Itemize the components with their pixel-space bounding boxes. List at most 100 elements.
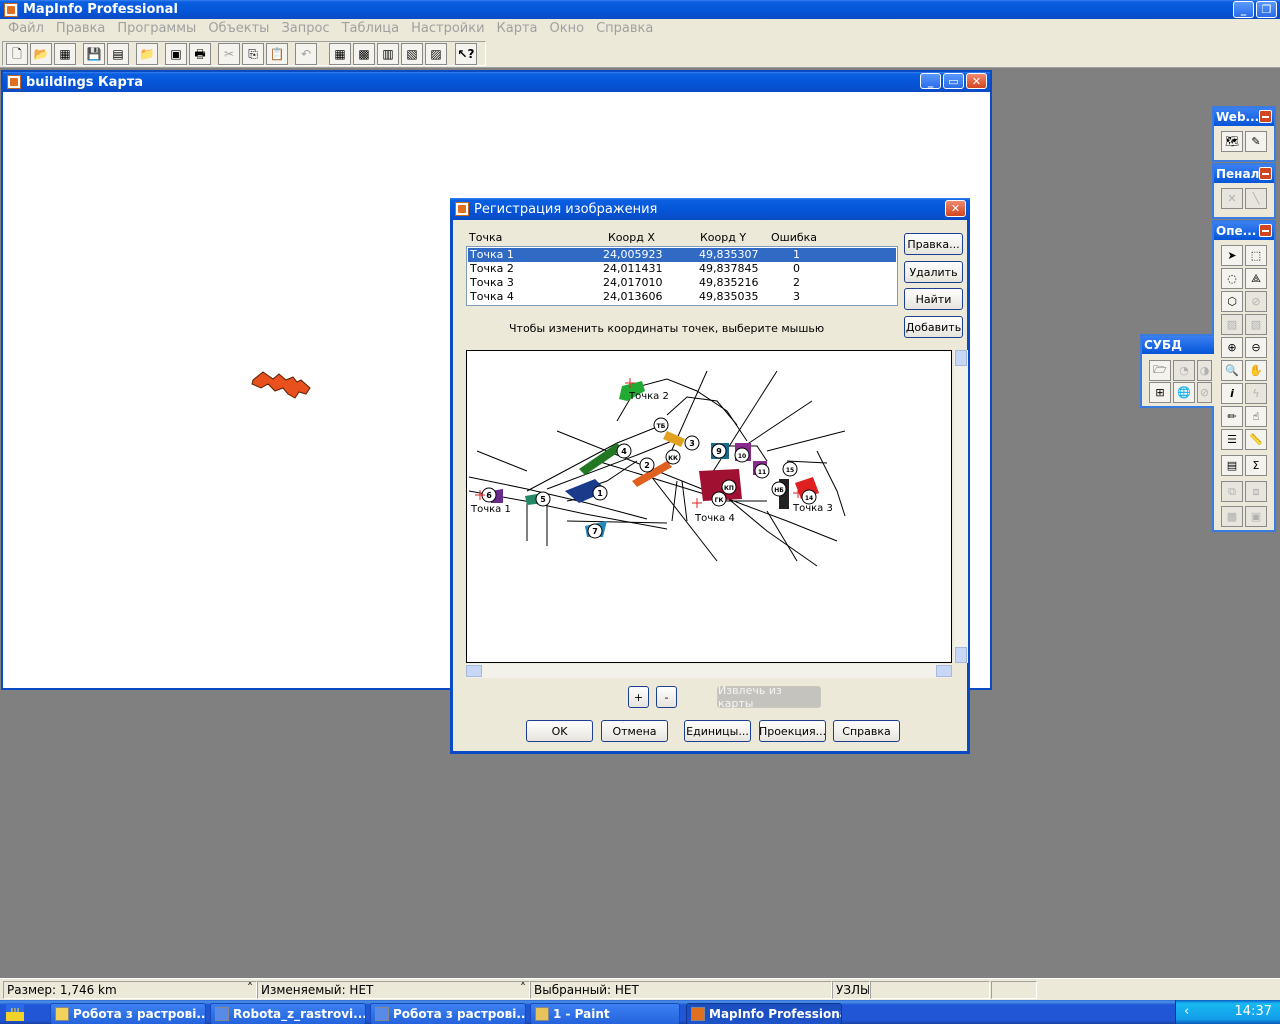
task-robota-2[interactable]: Robota_z_rastrovi... [210, 1003, 366, 1024]
open-dbms-icon[interactable]: 📁 [136, 43, 158, 65]
menu-item-9[interactable]: Справка [590, 19, 659, 39]
task-robota-3[interactable]: Робота з растрові... [370, 1003, 526, 1024]
zoom-out-button[interactable]: - [656, 686, 677, 708]
web-publish-icon[interactable]: ✎ [1245, 131, 1267, 152]
extract-from-map-button[interactable]: Извлечь из карты [717, 684, 821, 710]
zoom-in-icon[interactable]: ⊕ [1221, 337, 1243, 358]
image-preview[interactable]: 6 5 1 4 2 3 ТБ КК 9 10 11 15 НБ 14 КП ГК 7 Точка 1 Точка… [466, 350, 952, 663]
start-flag-icon[interactable]: Ψ [6, 1003, 24, 1021]
map-maximize-button[interactable]: ▭ [943, 73, 964, 89]
dialog-close-button[interactable]: ✕ [945, 200, 966, 217]
projection-button[interactable]: Проекция... [759, 720, 826, 742]
polygon-select-icon[interactable]: ⟁ [1245, 268, 1267, 289]
menu-item-1[interactable]: Правка [50, 19, 111, 39]
new-browser-icon[interactable]: ▦ [329, 43, 351, 65]
penal-palette-close-button[interactable] [1259, 167, 1272, 180]
marquee-select-icon[interactable]: ⬚ [1245, 245, 1267, 266]
save-workspace-icon[interactable]: ▤ [107, 43, 129, 65]
dbms-refresh-icon[interactable]: ◔ [1173, 360, 1195, 381]
hscroll-right[interactable] [936, 665, 952, 677]
hscroll-left[interactable] [466, 665, 482, 677]
task-mapinfo[interactable]: MapInfo Professional [686, 1003, 842, 1024]
menu-item-8[interactable]: Окно [544, 19, 591, 39]
layer-control-icon[interactable]: ☰ [1221, 429, 1243, 450]
delete-point-button[interactable]: Удалить [904, 261, 963, 283]
change-view-icon[interactable]: 🔍 [1221, 360, 1243, 381]
point-row[interactable]: Точка 2 24,011431 49,837845 0 [468, 262, 896, 276]
undo-icon[interactable]: ↶ [295, 43, 317, 65]
hotlink-icon[interactable]: ϟ [1245, 383, 1267, 404]
info-icon[interactable]: i [1221, 383, 1243, 404]
dbms-connect-icon[interactable]: ◑ [1197, 360, 1212, 381]
cancel-button[interactable]: Отмена [601, 720, 668, 742]
menu-item-7[interactable]: Карта [491, 19, 544, 39]
drag-window-icon[interactable]: ☝ [1245, 406, 1267, 427]
set-target-icon[interactable]: ⧈ [1245, 481, 1267, 502]
save-icon[interactable]: 💾 [83, 43, 105, 65]
find-point-button[interactable]: Найти [904, 288, 963, 310]
col-coord-y[interactable]: Коорд Y [700, 231, 746, 244]
new-icon[interactable]: 🗋 [6, 43, 28, 65]
menu-item-4[interactable]: Запрос [275, 19, 335, 39]
col-error[interactable]: Ошибка [771, 231, 817, 244]
line-tool-icon[interactable]: ╲ [1245, 188, 1267, 209]
new-graph-icon[interactable]: ▥ [377, 43, 399, 65]
boundary-select-icon[interactable]: ⬡ [1221, 291, 1243, 312]
point-row[interactable]: Точка 1 24,005923 49,835307 1 [468, 248, 896, 262]
map-close-button[interactable]: ✕ [966, 73, 987, 89]
drag-map-icon[interactable]: ▩ [1221, 506, 1243, 527]
help-icon[interactable]: ↖? [455, 43, 477, 65]
zoom-in-button[interactable]: + [628, 686, 649, 708]
app-minimize-button[interactable]: _ [1233, 1, 1254, 18]
unselect-all-icon[interactable]: ⊘ [1245, 291, 1267, 312]
zoom-out-icon[interactable]: ⊖ [1245, 337, 1267, 358]
web-map-icon[interactable]: 🗺 [1221, 131, 1243, 152]
task-robota-1[interactable]: Робота з растрові... [50, 1003, 206, 1024]
web-palette-close-button[interactable] [1259, 110, 1272, 123]
app-restore-button[interactable]: ❐ [1256, 1, 1277, 18]
menu-item-2[interactable]: Программы [111, 19, 202, 39]
show-legend-icon[interactable]: ▤ [1221, 455, 1243, 476]
clock[interactable]: 14:37 [1235, 1000, 1272, 1024]
dbms-open-icon[interactable]: 🗁 [1149, 360, 1171, 381]
menu-item-3[interactable]: Объекты [202, 19, 275, 39]
preview-hscroll[interactable] [466, 664, 952, 678]
status-editable[interactable]: Изменяемый: НЕТ ˄ [257, 981, 530, 999]
dbms-globe-icon[interactable]: 🌐 [1173, 382, 1195, 403]
grabber-hand-icon[interactable]: ✋ [1245, 360, 1267, 381]
paste-icon[interactable]: 📋 [266, 43, 288, 65]
map-minimize-button[interactable]: _ [920, 73, 941, 89]
graph-select-icon[interactable]: ▨ [1221, 314, 1243, 335]
redistrict-icon[interactable]: ▨ [425, 43, 447, 65]
print-preview-icon[interactable]: ▣ [165, 43, 187, 65]
new-layout-icon[interactable]: ▧ [401, 43, 423, 65]
new-map-icon[interactable]: ▩ [353, 43, 375, 65]
vscroll-thumb-top[interactable] [955, 350, 967, 366]
point-row[interactable]: Точка 4 24,013606 49,835035 3 [468, 290, 896, 304]
layout-icon[interactable]: ▣ [1245, 506, 1267, 527]
menu-item-5[interactable]: Таблица [336, 19, 406, 39]
status-size[interactable]: Размер: 1,746 km ˄ [3, 981, 257, 999]
help-button[interactable]: Справка [833, 720, 900, 742]
vscroll-thumb-bottom[interactable] [955, 647, 967, 663]
task-paint[interactable]: 1 - Paint [530, 1003, 680, 1024]
points-list[interactable]: Точка 1 24,005923 49,835307 1 Точка 2 24,0114… [466, 246, 898, 306]
cut-icon[interactable]: ✂ [218, 43, 240, 65]
tray-expand-icon[interactable]: ‹ [1184, 1000, 1189, 1024]
menu-item-0[interactable]: Файл [2, 19, 50, 39]
ok-button[interactable]: OK [526, 720, 593, 742]
print-icon[interactable]: 🖶 [189, 43, 211, 65]
invert-select-icon[interactable]: ▧ [1245, 314, 1267, 335]
menu-item-6[interactable]: Настройки [405, 19, 490, 39]
label-icon[interactable]: ✏ [1221, 406, 1243, 427]
point-row[interactable]: Точка 3 24,017010 49,835216 2 [468, 276, 896, 290]
symbol-tool-icon[interactable]: ✕ [1221, 188, 1243, 209]
preview-vscroll[interactable] [954, 350, 968, 663]
col-point[interactable]: Точка [469, 231, 502, 244]
radius-select-icon[interactable]: ◌ [1221, 268, 1243, 289]
units-button[interactable]: Единицы... [684, 720, 751, 742]
dbms-disconnect-icon[interactable]: ⊘ [1197, 382, 1212, 403]
copy-icon[interactable]: ⎘ [242, 43, 264, 65]
clip-region-icon[interactable]: ⧉ [1221, 481, 1243, 502]
col-coord-x[interactable]: Коорд X [608, 231, 655, 244]
